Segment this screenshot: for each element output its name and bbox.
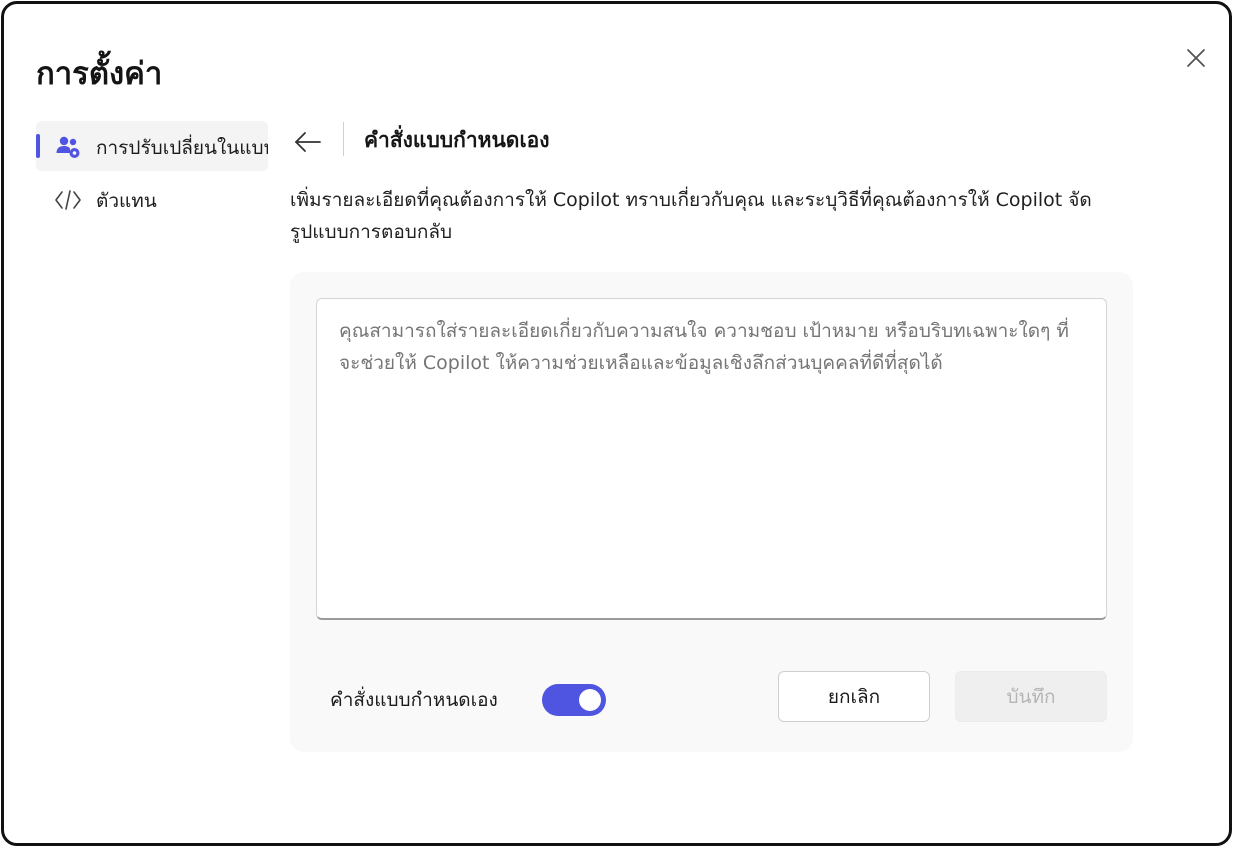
arrow-left-icon [295,132,321,152]
back-button[interactable] [290,124,326,160]
sidebar-item-agents[interactable]: ตัวแทน [36,174,268,224]
cancel-button[interactable]: ยกเลิก [778,671,930,722]
sidebar-item-label: การปรับเปลี่ยนในแบบของคุณ [96,137,268,159]
section-title: คำสั่งแบบกำหนดเอง [364,128,550,152]
toggle-knob [579,689,601,711]
settings-dialog: การตั้งค่า การปรับเปลี่ยนในแบบของคุณ [1,1,1232,846]
custom-instructions-toggle[interactable] [542,684,606,716]
custom-instructions-input[interactable] [316,298,1107,620]
dialog-title: การตั้งค่า [36,56,163,92]
people-settings-icon [54,133,82,161]
description-text: เพิ่มรายละเอียดที่คุณต้องการให้ Copilot … [290,189,1092,243]
close-icon [1187,49,1205,67]
header-divider [343,122,344,156]
code-icon [54,186,82,214]
toggle-label: คำสั่งแบบกำหนดเอง [330,689,498,711]
sidebar-item-label: ตัวแทน [96,190,157,212]
close-button[interactable] [1182,44,1210,72]
save-button[interactable]: บันทึก [955,671,1107,722]
active-indicator [36,134,40,158]
sidebar-item-personalization[interactable]: การปรับเปลี่ยนในแบบของคุณ [36,121,268,171]
